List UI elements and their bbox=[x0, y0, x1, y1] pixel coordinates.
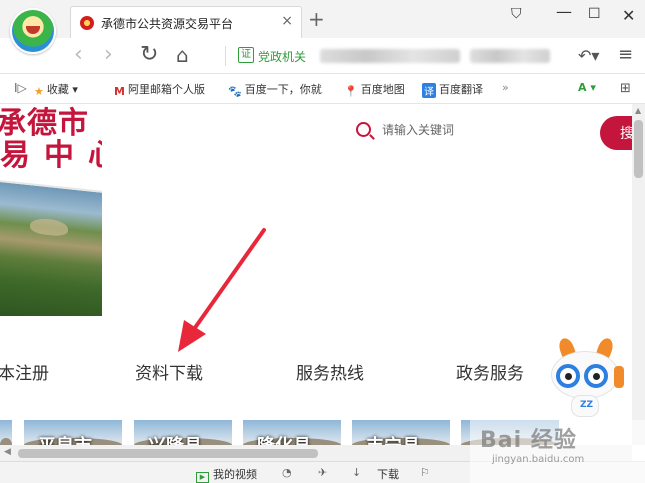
star-icon: ★ bbox=[34, 85, 44, 98]
speed-icon[interactable]: ◔ bbox=[282, 466, 292, 479]
thumbnail-label: 平泉市 bbox=[38, 432, 92, 445]
menu-hotline[interactable]: 服务热线 bbox=[296, 359, 364, 384]
tab-title: 承德市公共资源交易平台 bbox=[101, 17, 234, 31]
banner-title-line-2: 易中心 bbox=[0, 138, 102, 173]
close-window-button[interactable]: ✕ bbox=[622, 6, 635, 25]
bookmark-label: 百度地图 bbox=[360, 83, 405, 96]
navigation-bar: ‹ › ↻ ⌂ 证 党政机关 ↶▾ ≡ bbox=[0, 38, 645, 74]
bookmark-favorites[interactable]: ★ 收藏 ▾ bbox=[34, 81, 78, 98]
skin-icon[interactable]: ⛉ bbox=[511, 6, 522, 22]
watermark-text: Bai 经验 bbox=[480, 428, 577, 453]
tab-close-button[interactable]: × bbox=[281, 13, 293, 29]
download-icon[interactable]: ↓ bbox=[352, 466, 361, 479]
bookmark-label: 阿里邮箱个人版 bbox=[127, 83, 205, 96]
sidebar-toggle-button[interactable]: I▷ bbox=[14, 81, 27, 95]
my-video-button[interactable]: ▶ 我的视频 bbox=[196, 466, 257, 483]
menu-register[interactable]: 本注册 bbox=[0, 359, 49, 384]
paw-icon: 🐾 bbox=[228, 85, 242, 98]
browser-logo-icon[interactable] bbox=[10, 8, 56, 54]
emblem-favicon-icon bbox=[80, 16, 94, 30]
minimize-button[interactable]: — bbox=[556, 2, 572, 21]
mail-m-icon: M bbox=[114, 85, 125, 98]
banner-landscape-image bbox=[0, 180, 102, 316]
bookmark-label: 百度翻译 bbox=[439, 83, 483, 96]
site-search bbox=[356, 120, 556, 144]
bookmark-label: 百度一下，你就 bbox=[244, 83, 322, 96]
address-bar-blurred[interactable] bbox=[320, 49, 460, 63]
horizontal-scroll-thumb[interactable] bbox=[18, 449, 318, 458]
bookmark-baidu-translate[interactable]: 译百度翻译 bbox=[422, 81, 483, 98]
my-video-label: 我的视频 bbox=[213, 468, 257, 481]
plane-icon[interactable]: ✈ bbox=[318, 466, 327, 479]
bookmark-label: 收藏 ▾ bbox=[46, 83, 78, 96]
scroll-up-icon[interactable]: ▲ bbox=[635, 106, 641, 115]
video-play-icon: ▶ bbox=[196, 472, 209, 483]
main-menu-button[interactable]: ≡ bbox=[618, 44, 633, 65]
certificate-label[interactable]: 党政机关 bbox=[258, 48, 306, 65]
new-tab-button[interactable]: + bbox=[308, 7, 325, 31]
county-thumbnail[interactable]: 平泉市 bbox=[24, 420, 122, 445]
county-thumbnail[interactable]: 丰宁县 bbox=[352, 420, 450, 445]
bookmark-ali-mail[interactable]: M 阿里邮箱个人版 bbox=[114, 81, 205, 98]
bookmarks-more-button[interactable]: » bbox=[502, 81, 509, 94]
mascot-badge: ZZ bbox=[580, 400, 594, 410]
menu-download[interactable]: 资料下载 bbox=[135, 359, 203, 384]
scroll-left-icon[interactable]: ◀ bbox=[4, 447, 11, 457]
vertical-scroll-thumb[interactable] bbox=[634, 120, 643, 178]
refresh-button[interactable]: ↻ bbox=[140, 43, 158, 67]
county-thumbnail[interactable]: 隆化县 bbox=[243, 420, 341, 445]
back-button[interactable]: ‹ bbox=[74, 43, 83, 67]
home-button[interactable]: ⌂ bbox=[176, 43, 189, 67]
apps-grid-icon[interactable]: ⊞ bbox=[620, 81, 631, 96]
mascot-assistant-icon[interactable]: ZZ bbox=[548, 334, 628, 418]
annotation-arrow-icon bbox=[178, 228, 266, 352]
baidu-jingyan-watermark: Bai 经验 jingyan.baidu.com bbox=[470, 420, 645, 483]
address-divider bbox=[225, 46, 226, 66]
forward-button[interactable]: › bbox=[104, 43, 113, 67]
certificate-icon[interactable]: 证 bbox=[238, 47, 254, 63]
thumbnail-label: 隆化县 bbox=[257, 432, 311, 445]
undo-close-tab-button[interactable]: ↶▾ bbox=[578, 46, 599, 65]
title-bar: 承德市公共资源交易平台 × + ⛉ — ☐ ✕ bbox=[0, 0, 645, 54]
translate-icon: 译 bbox=[422, 83, 436, 98]
watermark-url: jingyan.baidu.com bbox=[492, 454, 585, 465]
map-pin-icon: 📍 bbox=[344, 85, 358, 98]
address-bar-blurred-2 bbox=[470, 49, 550, 63]
maximize-button[interactable]: ☐ bbox=[588, 6, 601, 22]
thumbnail-label: 丰宁县 bbox=[366, 432, 420, 445]
search-input[interactable] bbox=[382, 120, 552, 140]
bookmark-baidu[interactable]: 🐾 百度一下，你就 bbox=[228, 81, 322, 98]
menu-service[interactable]: 政务服务 bbox=[456, 359, 524, 384]
county-thumbnail[interactable]: 兴隆县 bbox=[134, 420, 232, 445]
bookmark-baidu-map[interactable]: 📍 百度地图 bbox=[344, 81, 405, 98]
thumbnail-label: 兴隆县 bbox=[148, 432, 202, 445]
extension-a-button[interactable]: A ▾ bbox=[578, 81, 596, 94]
web-page: 承德市 ) 易中心 搜 本注册 资料下载 服务热线 政务服务 ZZ 平泉市 兴隆… bbox=[0, 104, 632, 445]
county-thumbnail[interactable] bbox=[0, 420, 12, 445]
bookmarks-bar: I▷ ★ 收藏 ▾ M 阿里邮箱个人版 🐾 百度一下，你就 📍 百度地图 译百度翻译 »… bbox=[0, 74, 645, 104]
search-button[interactable]: 搜 bbox=[600, 116, 632, 150]
download-label[interactable]: 下载 bbox=[377, 466, 399, 482]
browser-tab[interactable]: 承德市公共资源交易平台 × bbox=[70, 6, 302, 38]
vertical-scrollbar[interactable]: ▲ bbox=[632, 104, 645, 445]
site-banner: 承德市 ) 易中心 bbox=[0, 104, 102, 316]
flag-icon[interactable]: ⚐ bbox=[420, 466, 430, 479]
search-icon bbox=[356, 122, 371, 137]
